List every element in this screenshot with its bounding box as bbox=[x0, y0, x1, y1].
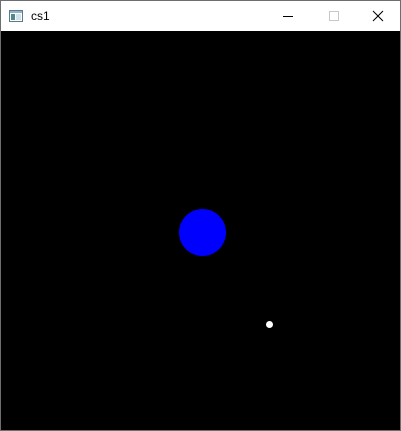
blue-circle bbox=[179, 209, 226, 256]
title-bar[interactable]: cs1 bbox=[1, 1, 400, 31]
minimize-button[interactable] bbox=[265, 1, 311, 31]
white-dot bbox=[266, 321, 273, 328]
close-button[interactable] bbox=[355, 1, 401, 31]
close-icon bbox=[372, 10, 384, 22]
maximize-icon bbox=[329, 11, 339, 21]
app-window: cs1 bbox=[0, 0, 401, 431]
window-title: cs1 bbox=[31, 9, 50, 23]
maximize-button[interactable] bbox=[311, 1, 357, 31]
drawing-canvas[interactable] bbox=[1, 31, 400, 430]
app-window-icon bbox=[9, 9, 23, 22]
minimize-icon bbox=[283, 16, 293, 17]
